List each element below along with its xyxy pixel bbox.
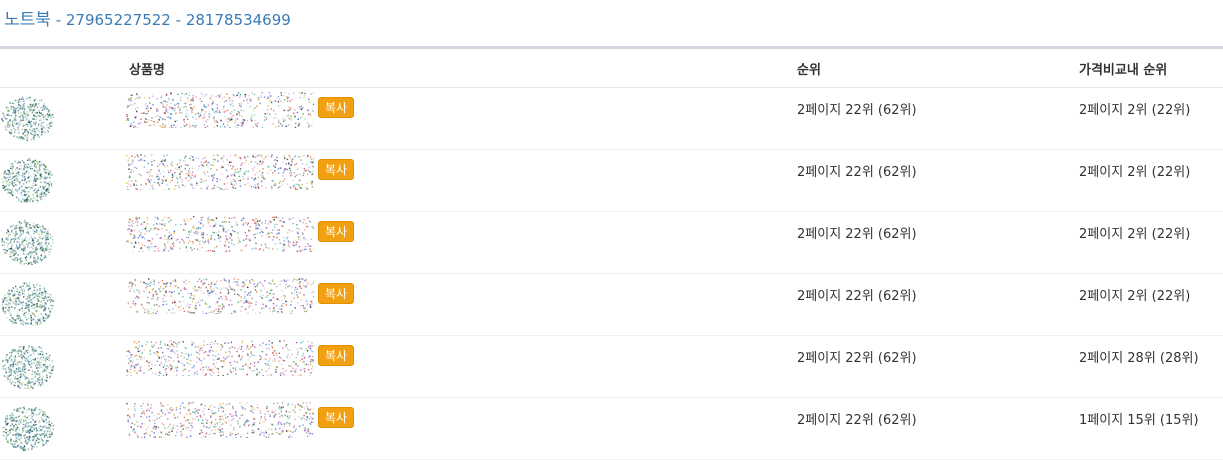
title-separator: - xyxy=(171,11,186,29)
title-separator: - xyxy=(51,11,66,29)
result-table: 복사 2페이지 22위 (62위) 2페이지 2위 (22위) 복사 2페이지 … xyxy=(0,88,1223,460)
column-header-rank: 순위 xyxy=(797,59,821,78)
product-thumbnail[interactable] xyxy=(0,281,54,327)
product-id-1: 27965227522 xyxy=(66,11,171,29)
table-row: 복사 2페이지 22위 (62위) 2페이지 2위 (22위) xyxy=(0,212,1223,274)
copy-button[interactable]: 복사 xyxy=(318,407,354,428)
obscured-noise xyxy=(0,157,54,203)
copy-button[interactable]: 복사 xyxy=(318,221,354,242)
product-thumbnail[interactable] xyxy=(0,405,54,451)
obscured-noise xyxy=(126,216,314,252)
product-id-2: 28178534699 xyxy=(186,11,291,29)
rank-value: 2페이지 22위 (62위) xyxy=(797,99,917,118)
obscured-noise xyxy=(126,278,314,314)
rank-value: 2페이지 22위 (62위) xyxy=(797,409,917,428)
obscured-noise xyxy=(126,340,314,376)
copy-button[interactable]: 복사 xyxy=(318,345,354,366)
obscured-noise xyxy=(0,95,54,141)
obscured-noise xyxy=(0,281,54,327)
product-name-obscured[interactable] xyxy=(126,92,314,128)
table-row: 복사 2페이지 22위 (62위) 2페이지 2위 (22위) xyxy=(0,150,1223,212)
obscured-noise xyxy=(0,405,54,451)
table-row: 복사 2페이지 22위 (62위) 2페이지 2위 (22위) xyxy=(0,274,1223,336)
column-header-product-name: 상품명 xyxy=(129,59,165,78)
category-name: 노트북 xyxy=(4,10,51,30)
obscured-noise xyxy=(0,343,54,389)
price-compare-rank-value: 2페이지 2위 (22위) xyxy=(1079,285,1190,304)
page-title: 노트북 - 27965227522 - 28178534699 xyxy=(4,5,291,30)
obscured-noise xyxy=(126,154,314,190)
product-name-obscured[interactable] xyxy=(126,340,314,376)
table-row: 복사 2페이지 22위 (62위) 2페이지 28위 (28위) xyxy=(0,336,1223,398)
rank-value: 2페이지 22위 (62위) xyxy=(797,161,917,180)
table-row: 복사 2페이지 22위 (62위) 1페이지 15위 (15위) xyxy=(0,398,1223,460)
product-thumbnail[interactable] xyxy=(0,219,54,265)
price-compare-rank-value: 2페이지 2위 (22위) xyxy=(1079,99,1190,118)
product-name-obscured[interactable] xyxy=(126,154,314,190)
obscured-noise xyxy=(0,219,54,265)
rank-value: 2페이지 22위 (62위) xyxy=(797,347,917,366)
rank-value: 2페이지 22위 (62위) xyxy=(797,285,917,304)
table-row: 복사 2페이지 22위 (62위) 2페이지 2위 (22위) xyxy=(0,88,1223,150)
price-compare-rank-value: 2페이지 2위 (22위) xyxy=(1079,223,1190,242)
product-name-obscured[interactable] xyxy=(126,278,314,314)
price-compare-rank-value: 2페이지 28위 (28위) xyxy=(1079,347,1199,366)
table-header: 상품명 순위 가격비교내 순위 xyxy=(0,49,1223,88)
obscured-noise xyxy=(126,92,314,128)
product-thumbnail[interactable] xyxy=(0,95,54,141)
column-header-price-compare-rank: 가격비교내 순위 xyxy=(1079,59,1167,78)
product-thumbnail[interactable] xyxy=(0,157,54,203)
product-name-obscured[interactable] xyxy=(126,216,314,252)
copy-button[interactable]: 복사 xyxy=(318,97,354,118)
product-name-obscured[interactable] xyxy=(126,402,314,438)
price-compare-rank-value: 2페이지 2위 (22위) xyxy=(1079,161,1190,180)
obscured-noise xyxy=(126,402,314,438)
price-compare-rank-value: 1페이지 15위 (15위) xyxy=(1079,409,1199,428)
product-thumbnail[interactable] xyxy=(0,343,54,389)
rank-value: 2페이지 22위 (62위) xyxy=(797,223,917,242)
copy-button[interactable]: 복사 xyxy=(318,283,354,304)
copy-button[interactable]: 복사 xyxy=(318,159,354,180)
